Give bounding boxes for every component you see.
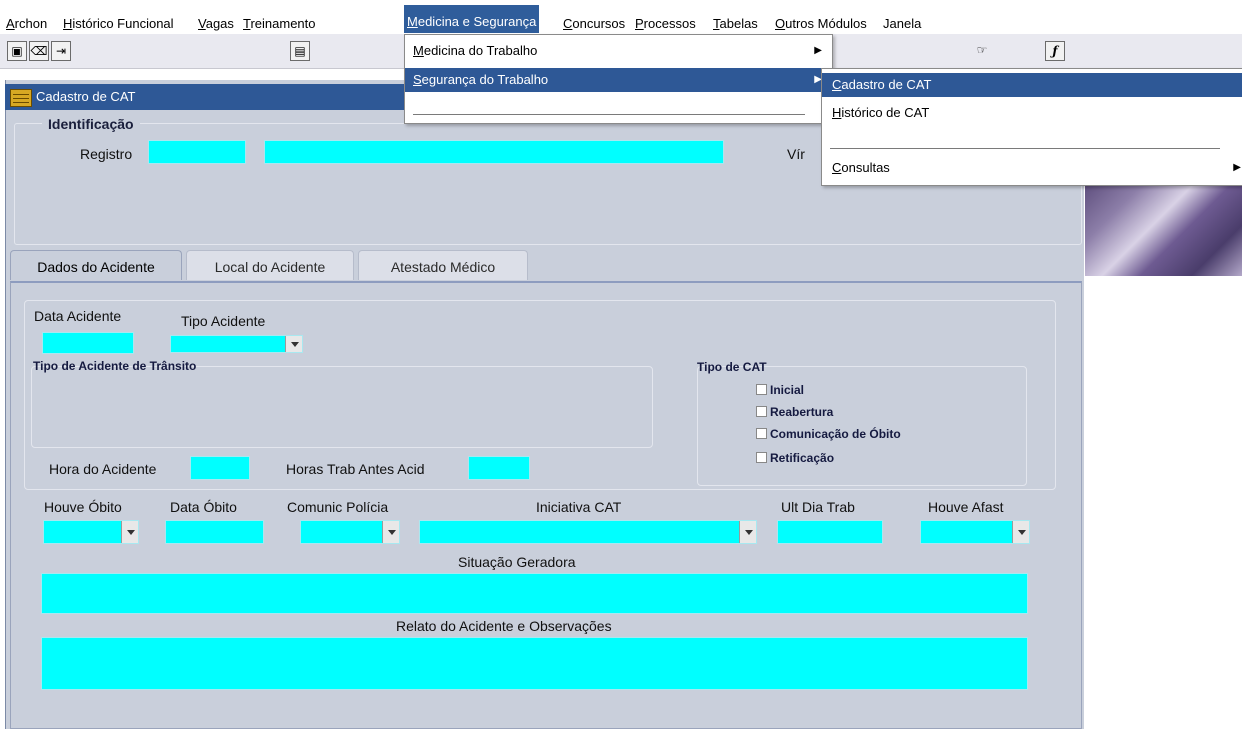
seguranca-trabalho-submenu: Cadastro de CAT Histórico de CAT Consult… bbox=[821, 68, 1242, 186]
submenu-arrow-icon: ▶ bbox=[814, 45, 822, 56]
transito-group bbox=[31, 366, 653, 448]
comunicacao-obito-label: Comunicação de Óbito bbox=[770, 427, 901, 441]
window-title-bar[interactable]: Cadastro de CAT bbox=[5, 84, 403, 110]
tab-local-acidente[interactable]: Local do Acidente bbox=[186, 250, 354, 280]
submenu-arrow-icon: ▶ bbox=[1233, 162, 1241, 173]
menu-separator bbox=[413, 114, 805, 115]
nome-field[interactable] bbox=[264, 140, 724, 164]
medicina-seguranca-menu: Medicina do Trabalho ▶ Segurança do Trab… bbox=[404, 34, 833, 124]
tipo-cat-label: Tipo de CAT bbox=[697, 360, 767, 374]
ult-dia-trab-label: Ult Dia Trab bbox=[781, 499, 855, 515]
menu-seguranca-trabalho[interactable]: Segurança do Trabalho ▶ bbox=[405, 68, 832, 92]
data-obito-field[interactable] bbox=[165, 520, 264, 544]
hora-acidente-label: Hora do Acidente bbox=[49, 461, 157, 477]
building-icon bbox=[10, 89, 32, 107]
horas-trab-field[interactable] bbox=[468, 456, 530, 480]
save-icon[interactable]: ▣ bbox=[7, 41, 27, 61]
tipo-cat-group bbox=[697, 366, 1027, 486]
identificacao-legend: Identificação bbox=[42, 116, 140, 132]
menu-janela[interactable]: Janela bbox=[880, 14, 924, 34]
reabertura-checkbox[interactable] bbox=[756, 406, 767, 417]
registro-label: Registro bbox=[80, 146, 133, 162]
menu-outros-modulos[interactable]: Outros Módulos bbox=[772, 14, 870, 34]
chevron-down-icon[interactable] bbox=[285, 336, 302, 352]
situacao-geradora-label: Situação Geradora bbox=[458, 554, 576, 570]
data-obito-label: Data Óbito bbox=[170, 499, 237, 515]
tipo-acidente-label: Tipo Acidente bbox=[181, 313, 266, 329]
horas-trab-label: Horas Trab Antes Acid bbox=[286, 461, 425, 477]
menu-archon[interactable]: Archon bbox=[3, 14, 50, 34]
menu-treinamento[interactable]: Treinamento bbox=[240, 14, 319, 34]
inicial-checkbox[interactable] bbox=[756, 384, 767, 395]
retificacao-checkbox[interactable] bbox=[756, 452, 767, 463]
iniciativa-cat-label: Iniciativa CAT bbox=[536, 499, 622, 515]
clipboard-icon[interactable]: ▤ bbox=[290, 41, 310, 61]
houve-obito-select[interactable] bbox=[43, 520, 139, 544]
reabertura-label: Reabertura bbox=[770, 405, 834, 419]
registro-field[interactable] bbox=[148, 140, 246, 164]
comunic-policia-label: Comunic Polícia bbox=[287, 499, 389, 515]
tipo-acidente-select[interactable] bbox=[170, 335, 303, 353]
ult-dia-trab-field[interactable] bbox=[777, 520, 883, 544]
menu-historico-funcional[interactable]: Histórico Funcional bbox=[60, 14, 177, 34]
menu-medicina-trabalho[interactable]: Medicina do Trabalho ▶ bbox=[405, 39, 832, 63]
help-hand-icon[interactable]: ☞ bbox=[973, 41, 991, 59]
houve-obito-label: Houve Óbito bbox=[44, 499, 122, 515]
window-title: Cadastro de CAT bbox=[36, 89, 136, 104]
function-icon[interactable]: ƒ bbox=[1045, 41, 1065, 61]
menu-processos[interactable]: Processos bbox=[632, 14, 699, 34]
menu-cadastro-cat[interactable]: Cadastro de CAT bbox=[822, 73, 1242, 97]
menu-separator bbox=[830, 148, 1220, 149]
hora-acidente-field[interactable] bbox=[190, 456, 250, 480]
houve-afast-label: Houve Afast bbox=[928, 499, 1004, 515]
chevron-down-icon[interactable] bbox=[121, 521, 138, 543]
background-photo bbox=[1085, 178, 1242, 276]
tab-atestado-medico[interactable]: Atestado Médico bbox=[358, 250, 528, 280]
menu-consultas[interactable]: Consultas ▶ bbox=[822, 156, 1242, 180]
tipo-transito-label: Tipo de Acidente de Trânsito bbox=[33, 359, 197, 373]
data-acidente-label: Data Acidente bbox=[34, 308, 122, 324]
menu-bar: Archon Histórico Funcional Vagas Treinam… bbox=[0, 0, 1242, 34]
chevron-down-icon[interactable] bbox=[382, 521, 399, 543]
inicial-label: Inicial bbox=[770, 383, 805, 397]
comunicacao-obito-checkbox[interactable] bbox=[756, 428, 767, 439]
exit-icon[interactable]: ⇥ bbox=[51, 41, 71, 61]
chevron-down-icon[interactable] bbox=[1012, 521, 1029, 543]
menu-concursos[interactable]: Concursos bbox=[560, 14, 628, 34]
data-acidente-field[interactable] bbox=[42, 332, 134, 354]
retificacao-label: Retificação bbox=[770, 451, 835, 465]
houve-afast-select[interactable] bbox=[920, 520, 1030, 544]
chevron-down-icon[interactable] bbox=[739, 521, 756, 543]
menu-tabelas[interactable]: Tabelas bbox=[710, 14, 761, 34]
relato-label: Relato do Acidente e Observações bbox=[396, 618, 612, 634]
iniciativa-cat-select[interactable] bbox=[419, 520, 757, 544]
comunic-policia-select[interactable] bbox=[300, 520, 400, 544]
menu-medicina-seguranca[interactable]: Medicina e Segurança bbox=[404, 5, 540, 33]
tab-dados-acidente[interactable]: Dados do Acidente bbox=[10, 250, 182, 280]
situacao-geradora-field[interactable] bbox=[41, 573, 1028, 614]
relato-field[interactable] bbox=[41, 637, 1028, 690]
menu-vagas[interactable]: Vagas bbox=[195, 14, 237, 34]
trash-icon[interactable]: ⌫ bbox=[29, 41, 49, 61]
menu-historico-cat[interactable]: Histórico de CAT bbox=[822, 101, 1242, 125]
vinculo-label: Vír bbox=[787, 146, 805, 162]
